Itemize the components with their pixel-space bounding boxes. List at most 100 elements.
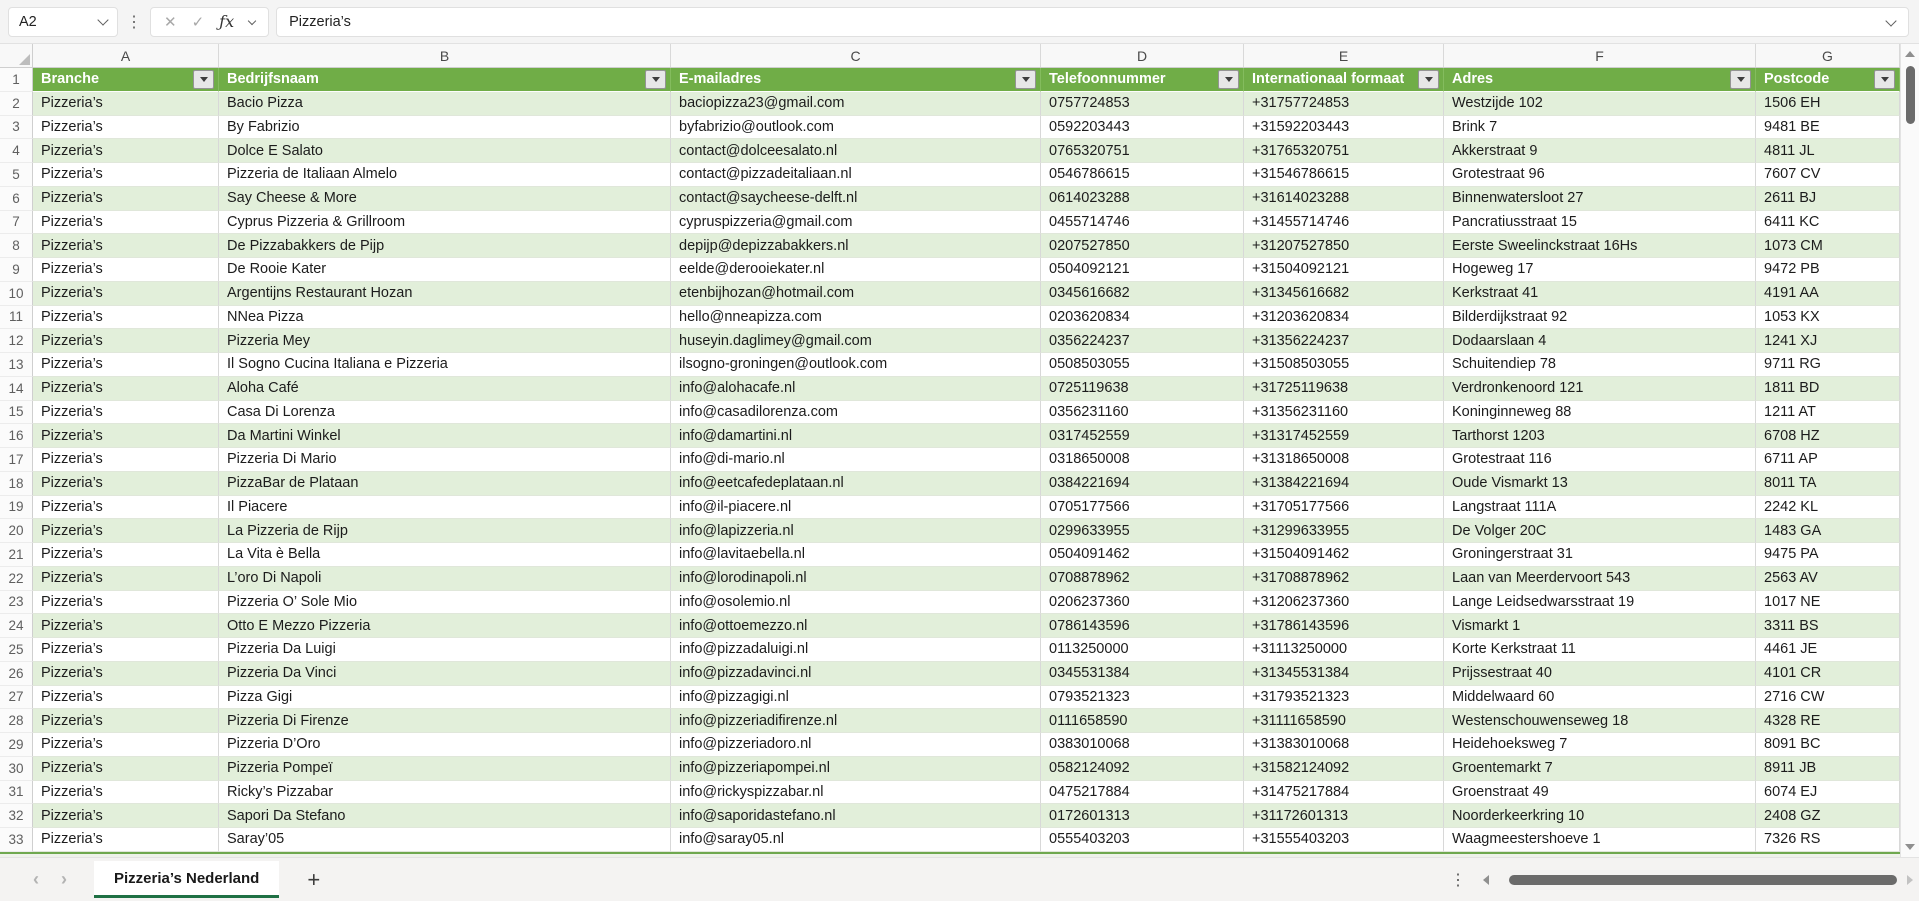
- row-header-4[interactable]: 4: [0, 139, 33, 163]
- row-header-17[interactable]: 17: [0, 448, 33, 472]
- cell-A21[interactable]: Pizzeria’s: [33, 543, 219, 567]
- cell-E22[interactable]: +31708878962: [1244, 566, 1444, 591]
- cell-F25[interactable]: Korte Kerkstraat 11: [1444, 638, 1756, 662]
- cell-D32[interactable]: 0172601313: [1041, 804, 1244, 828]
- next-sheet-icon[interactable]: ›: [50, 869, 78, 890]
- sheet-tab-active[interactable]: Pizzeria’s Nederland: [94, 861, 280, 898]
- cell-A26[interactable]: Pizzeria’s: [33, 661, 219, 686]
- cell-B27[interactable]: Pizza Gigi: [219, 685, 671, 710]
- cell-E2[interactable]: +31757724853: [1244, 91, 1444, 116]
- cell-B7[interactable]: Cyprus Pizzeria & Grillroom: [219, 210, 671, 235]
- scroll-right-icon[interactable]: [1907, 874, 1913, 885]
- row-header-27[interactable]: 27: [0, 685, 33, 710]
- cell-G21[interactable]: 9475 PA: [1756, 543, 1900, 567]
- cell-F11[interactable]: Bilderdijkstraat 92: [1444, 305, 1756, 330]
- row-header-6[interactable]: 6: [0, 186, 33, 211]
- row-header-15[interactable]: 15: [0, 400, 33, 425]
- cell-G9[interactable]: 9472 PB: [1756, 258, 1900, 282]
- add-sheet-button[interactable]: +: [307, 867, 320, 893]
- cell-E17[interactable]: +31318650008: [1244, 448, 1444, 472]
- cell-G22[interactable]: 2563 AV: [1756, 566, 1900, 591]
- header-cell-D1[interactable]: Telefoonnummer: [1041, 68, 1244, 92]
- cell-C33[interactable]: info@saray05.nl: [671, 828, 1041, 852]
- cell-D3[interactable]: 0592203443: [1041, 115, 1244, 140]
- cell-E19[interactable]: +31705177566: [1244, 495, 1444, 520]
- row-header-29[interactable]: 29: [0, 733, 33, 757]
- confirm-icon[interactable]: ✓: [192, 13, 205, 31]
- row-header-30[interactable]: 30: [0, 756, 33, 781]
- cell-B20[interactable]: La Pizzeria de Rijp: [219, 519, 671, 543]
- cell-B13[interactable]: Il Sogno Cucina Italiana e Pizzeria: [219, 353, 671, 377]
- cell-G33[interactable]: 7326 RS: [1756, 828, 1900, 852]
- header-cell-C1[interactable]: E-mailadres: [671, 68, 1041, 92]
- cell-G29[interactable]: 8091 BC: [1756, 733, 1900, 757]
- cell-E6[interactable]: +31614023288: [1244, 186, 1444, 211]
- cell-C29[interactable]: info@pizzeriadoro.nl: [671, 733, 1041, 757]
- cell-E26[interactable]: +31345531384: [1244, 661, 1444, 686]
- cell-A23[interactable]: Pizzeria’s: [33, 590, 219, 615]
- cell-F8[interactable]: Eerste Sweelinckstraat 16Hs: [1444, 234, 1756, 258]
- cell-B26[interactable]: Pizzeria Da Vinci: [219, 661, 671, 686]
- cell-F21[interactable]: Groningerstraat 31: [1444, 543, 1756, 567]
- cell-A29[interactable]: Pizzeria’s: [33, 733, 219, 757]
- cell-F18[interactable]: Oude Vismarkt 13: [1444, 471, 1756, 496]
- name-box[interactable]: A2: [8, 6, 118, 37]
- row-header-19[interactable]: 19: [0, 495, 33, 520]
- cell-F4[interactable]: Akkerstraat 9: [1444, 139, 1756, 163]
- cell-D29[interactable]: 0383010068: [1041, 733, 1244, 757]
- cell-B14[interactable]: Aloha Café: [219, 376, 671, 401]
- cell-F13[interactable]: Schuitendiep 78: [1444, 353, 1756, 377]
- cell-E14[interactable]: +31725119638: [1244, 376, 1444, 401]
- cell-D30[interactable]: 0582124092: [1041, 756, 1244, 781]
- cell-D26[interactable]: 0345531384: [1041, 661, 1244, 686]
- cell-F2[interactable]: Westzijde 102: [1444, 91, 1756, 116]
- cell-B28[interactable]: Pizzeria Di Firenze: [219, 709, 671, 733]
- filter-button-C[interactable]: [1015, 69, 1036, 89]
- cell-B15[interactable]: Casa Di Lorenza: [219, 400, 671, 425]
- cell-C10[interactable]: etenbijhozan@hotmail.com: [671, 281, 1041, 306]
- cell-C31[interactable]: info@rickyspizzabar.nl: [671, 780, 1041, 805]
- cell-B32[interactable]: Sapori Da Stefano: [219, 804, 671, 828]
- cell-E27[interactable]: +31793521323: [1244, 685, 1444, 710]
- cell-B19[interactable]: Il Piacere: [219, 495, 671, 520]
- cell-G23[interactable]: 1017 NE: [1756, 590, 1900, 615]
- cell-E7[interactable]: +31455714746: [1244, 210, 1444, 235]
- cell-A32[interactable]: Pizzeria’s: [33, 804, 219, 828]
- cell-B23[interactable]: Pizzeria O’ Sole Mio: [219, 590, 671, 615]
- cell-E13[interactable]: +31508503055: [1244, 353, 1444, 377]
- row-header-22[interactable]: 22: [0, 566, 33, 591]
- cell-C14[interactable]: info@alohacafe.nl: [671, 376, 1041, 401]
- cell-C4[interactable]: contact@dolceesalato.nl: [671, 139, 1041, 163]
- cell-G5[interactable]: 7607 CV: [1756, 163, 1900, 187]
- row-header-16[interactable]: 16: [0, 424, 33, 448]
- cell-A10[interactable]: Pizzeria’s: [33, 281, 219, 306]
- cell-D20[interactable]: 0299633955: [1041, 519, 1244, 543]
- cell-C5[interactable]: contact@pizzadeitaliaan.nl: [671, 163, 1041, 187]
- filter-button-B[interactable]: [645, 69, 666, 89]
- cell-B6[interactable]: Say Cheese & More: [219, 186, 671, 211]
- cell-F26[interactable]: Prijssestraat 40: [1444, 661, 1756, 686]
- cell-C11[interactable]: hello@nneapizza.com: [671, 305, 1041, 330]
- row-header-26[interactable]: 26: [0, 661, 33, 686]
- cell-A13[interactable]: Pizzeria’s: [33, 353, 219, 377]
- cell-F10[interactable]: Kerkstraat 41: [1444, 281, 1756, 306]
- cell-A11[interactable]: Pizzeria’s: [33, 305, 219, 330]
- cell-F7[interactable]: Pancratiusstraat 15: [1444, 210, 1756, 235]
- cell-F24[interactable]: Vismarkt 1: [1444, 614, 1756, 638]
- row-header-31[interactable]: 31: [0, 780, 33, 805]
- column-header-A[interactable]: A: [33, 44, 219, 67]
- cell-B10[interactable]: Argentijns Restaurant Hozan: [219, 281, 671, 306]
- cell-C12[interactable]: huseyin.daglimey@gmail.com: [671, 329, 1041, 353]
- cell-F14[interactable]: Verdronkenoord 121: [1444, 376, 1756, 401]
- previous-sheet-icon[interactable]: ‹: [22, 869, 50, 890]
- cell-E5[interactable]: +31546786615: [1244, 163, 1444, 187]
- cell-G30[interactable]: 8911 JB: [1756, 756, 1900, 781]
- cell-F20[interactable]: De Volger 20C: [1444, 519, 1756, 543]
- cell-D2[interactable]: 0757724853: [1041, 91, 1244, 116]
- cell-B8[interactable]: De Pizzabakkers de Pijp: [219, 234, 671, 258]
- header-cell-E1[interactable]: Internationaal formaat: [1244, 68, 1444, 92]
- cell-E29[interactable]: +31383010068: [1244, 733, 1444, 757]
- filter-button-A[interactable]: [193, 69, 214, 89]
- expand-formula-bar-chevron-icon[interactable]: [1885, 14, 1897, 27]
- column-header-B[interactable]: B: [219, 44, 671, 67]
